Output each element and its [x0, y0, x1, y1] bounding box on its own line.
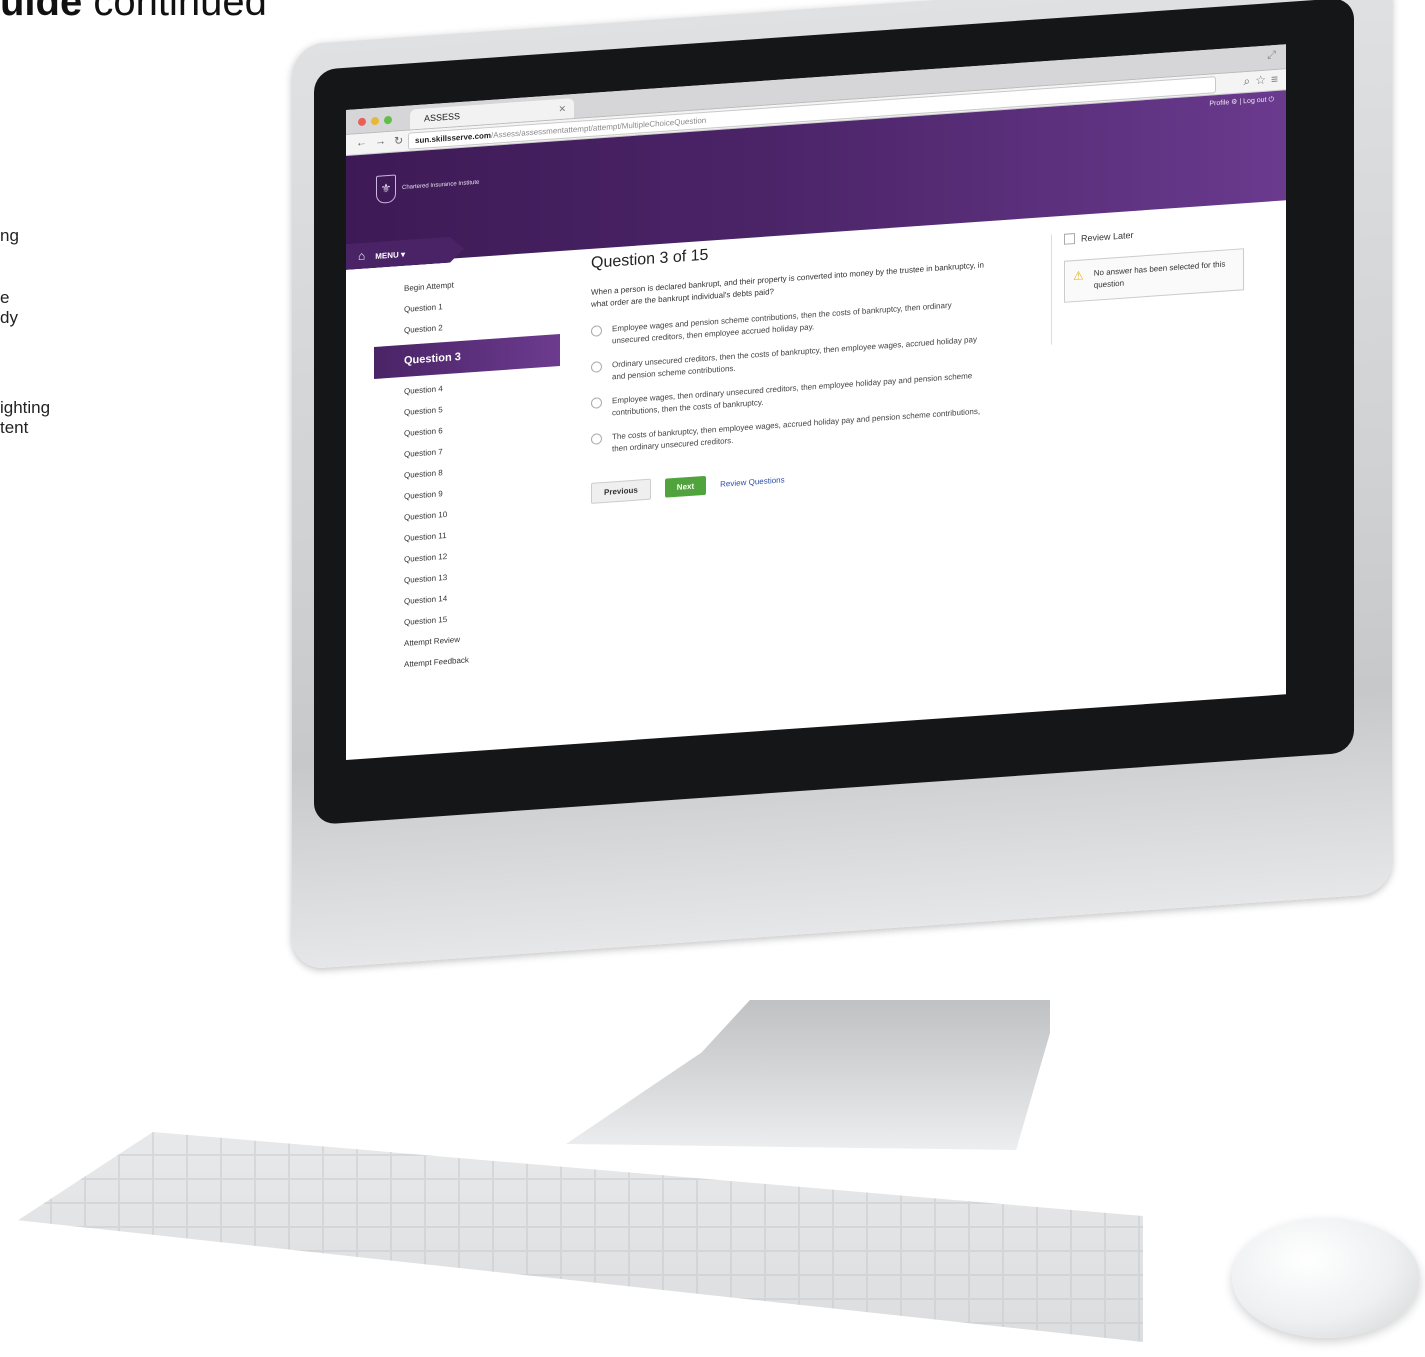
mouse	[1232, 1218, 1420, 1338]
minimize-window-icon[interactable]	[371, 116, 379, 126]
close-tab-icon[interactable]: ✕	[558, 99, 566, 120]
profile-links[interactable]: Profile ⚙ | Log out ⏻	[1209, 95, 1274, 109]
nav-buttons: ← → ↻	[356, 134, 403, 150]
hamburger-menu-icon[interactable]: ≡	[1271, 72, 1278, 87]
url-host: sun.skillsserve.com	[415, 130, 492, 146]
review-questions-link[interactable]: Review Questions	[720, 475, 784, 489]
reload-icon[interactable]: ↻	[394, 134, 403, 148]
radio-button[interactable]	[591, 397, 602, 409]
site-logo[interactable]: ⚜ Chartered Insurance Institute	[376, 169, 479, 204]
margin-note: e dy	[0, 288, 18, 327]
alert-text: No answer has been selected for this que…	[1093, 259, 1226, 290]
radio-button[interactable]	[591, 433, 602, 445]
previous-button[interactable]: Previous	[591, 478, 651, 504]
maximize-window-icon[interactable]	[384, 115, 392, 125]
review-later-checkbox[interactable]	[1064, 233, 1075, 245]
no-answer-alert: ⚠ No answer has been selected for this q…	[1064, 248, 1244, 303]
page-heading-bold: uide	[0, 0, 83, 24]
logo-text: Chartered Insurance Institute	[402, 179, 480, 191]
margin-note: ighting tent	[0, 398, 51, 437]
review-later-toggle[interactable]: Review Later	[1064, 221, 1244, 245]
review-later-label: Review Later	[1081, 229, 1134, 244]
browser-window: ASSESS ✕ ⤢ ← → ↻ sun.skillsserve.com/Ass…	[346, 44, 1286, 760]
window-controls	[358, 115, 392, 127]
warning-icon: ⚠	[1073, 268, 1084, 284]
search-icon[interactable]: ⌕	[1243, 74, 1250, 89]
radio-button[interactable]	[591, 325, 602, 337]
crest-icon: ⚜	[376, 174, 396, 204]
menu-label: MENU ▾	[375, 249, 406, 261]
keyboard-keys	[18, 1132, 1143, 1342]
question-nav: Begin Attempt Question 1 Question 2 Questio…	[374, 267, 560, 677]
fullscreen-icon[interactable]: ⤢	[1267, 49, 1276, 63]
back-icon[interactable]: ←	[356, 137, 367, 151]
forward-icon[interactable]: →	[375, 135, 386, 149]
next-button[interactable]: Next	[664, 475, 707, 498]
radio-button[interactable]	[591, 361, 602, 373]
tab-title: ASSESS	[424, 111, 461, 124]
answer-options: Employee wages and pension scheme contri…	[591, 297, 991, 457]
address-icons: ⌕ ☆ ≡	[1243, 72, 1278, 89]
close-window-icon[interactable]	[358, 117, 366, 127]
review-panel: Review Later ⚠ No answer has been select…	[1051, 221, 1244, 345]
button-row: Previous Next Review Questions	[591, 455, 991, 504]
margin-note: ng	[0, 226, 19, 245]
content-area: Begin Attempt Question 1 Question 2 Questio…	[346, 200, 1286, 760]
star-icon[interactable]: ☆	[1255, 73, 1266, 89]
page-heading-rest: continued	[82, 0, 267, 24]
monitor-stand	[566, 1000, 1050, 1150]
question-panel: Question 3 of 15 When a person is declar…	[591, 227, 991, 504]
page-heading: uide continued	[0, 0, 267, 25]
